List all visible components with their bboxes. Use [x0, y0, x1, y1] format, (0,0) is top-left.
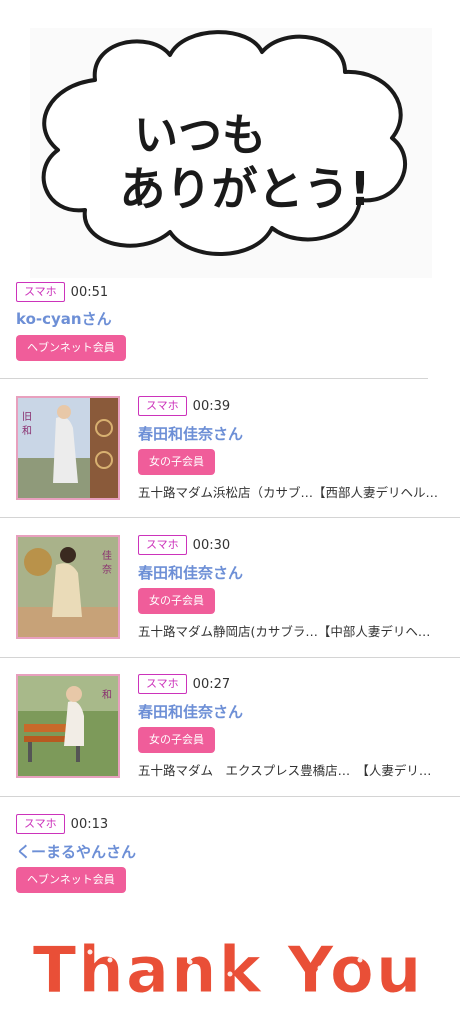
shop-name-link[interactable]: 五十路マダム静岡店(カサブラ…【中部人妻デリヘ… — [138, 621, 443, 640]
entry-divider — [0, 796, 460, 797]
thanks-cloud-banner: いつも ありがとう! — [0, 0, 460, 282]
member-type-badge: ヘブンネット会員 — [16, 335, 126, 361]
banner-line1: いつも — [134, 110, 266, 161]
device-badge: スマホ — [138, 674, 187, 694]
member-type-badge: 女の子会員 — [138, 449, 215, 475]
device-badge: スマホ — [16, 814, 65, 834]
entry-divider — [0, 657, 460, 658]
svg-text:和: 和 — [22, 425, 32, 437]
visit-time: 00:39 — [192, 398, 231, 414]
visitor-name-link[interactable]: くーまるやんさん — [16, 841, 136, 862]
thank-you-art: Thank You — [0, 900, 460, 1024]
svg-text:奈: 奈 — [102, 563, 112, 576]
banner-line2: ありがとう! — [120, 162, 371, 216]
profile-photo[interactable]: 和 — [16, 674, 120, 778]
visit-time: 00:51 — [70, 284, 109, 300]
member-type-badge: 女の子会員 — [138, 588, 215, 614]
entry-divider — [0, 517, 460, 518]
svg-text:旧: 旧 — [22, 411, 32, 423]
member-type-badge: 女の子会員 — [138, 727, 215, 753]
device-badge: スマホ — [138, 396, 187, 416]
visitor-name-link[interactable]: 春田和佳奈さん — [138, 562, 243, 583]
visitor-name-link[interactable]: ko-cyanさん — [16, 308, 112, 329]
profile-photo[interactable]: 旧 和 — [16, 396, 120, 500]
member-type-badge: ヘブンネット会員 — [16, 867, 126, 893]
visitor-name-link[interactable]: 春田和佳奈さん — [138, 701, 243, 722]
svg-text:和: 和 — [102, 689, 112, 701]
device-badge: スマホ — [16, 282, 65, 302]
visit-time: 00:13 — [70, 816, 109, 832]
device-badge: スマホ — [138, 535, 187, 555]
shop-name-link[interactable]: 五十路マダム浜松店（カサブ…【西部人妻デリヘル… — [138, 482, 443, 501]
visitor-name-link[interactable]: 春田和佳奈さん — [138, 423, 243, 444]
visit-time: 00:27 — [192, 676, 231, 692]
entry-divider — [0, 378, 428, 379]
visit-time: 00:30 — [192, 537, 231, 553]
shop-name-link[interactable]: 五十路マダム エクスプレス豊橋店… 【人妻デリ… — [138, 760, 443, 779]
profile-photo[interactable]: 佳 奈 — [16, 535, 120, 639]
svg-text:佳: 佳 — [102, 549, 112, 562]
thank-you-text: Thank You — [33, 934, 424, 1008]
